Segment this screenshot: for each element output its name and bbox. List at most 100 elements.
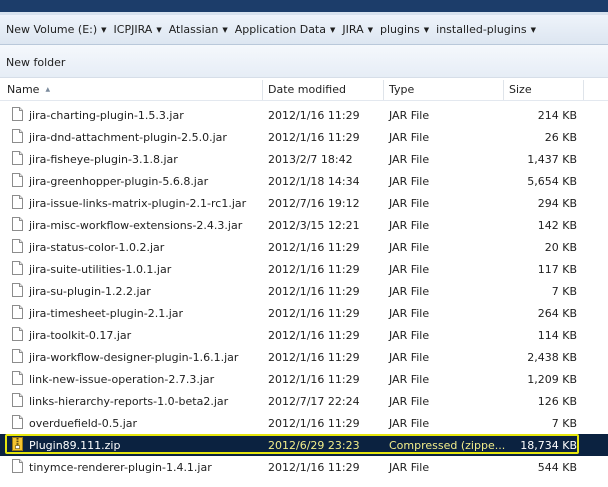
file-name: jira-timesheet-plugin-2.1.jar	[29, 307, 184, 320]
file-name: link-new-issue-operation-2.7.3.jar	[29, 373, 215, 386]
new-folder-button[interactable]: New folder	[6, 56, 65, 69]
file-row[interactable]: jira-greenhopper-plugin-5.6.8.jar 2012/1/…	[0, 170, 608, 192]
column-header-date[interactable]: Date modified	[263, 80, 384, 100]
jar-file-icon	[12, 393, 23, 407]
jar-file-icon	[12, 305, 23, 319]
file-size: 544 KB	[537, 461, 577, 474]
file-type: JAR File	[389, 109, 430, 122]
file-row[interactable]: jira-charting-plugin-1.5.3.jar 2012/1/16 …	[0, 104, 608, 126]
file-row[interactable]: links-hierarchy-reports-1.0-beta2.jar 201…	[0, 390, 608, 412]
file-list: jira-charting-plugin-1.5.3.jar 2012/1/16 …	[0, 104, 608, 487]
file-size: 5,654 KB	[527, 175, 577, 188]
breadcrumb-chevron-icon[interactable]: ▼	[222, 26, 227, 34]
file-size: 1,437 KB	[527, 153, 577, 166]
breadcrumb-label: New Volume (E:)	[6, 23, 98, 36]
column-header-size[interactable]: Size	[504, 80, 584, 100]
breadcrumb-chevron-icon[interactable]: ▼	[531, 26, 536, 34]
file-date: 2013/2/7 18:42	[268, 153, 353, 166]
breadcrumb-segment[interactable]: New Volume (E:) ▼	[6, 23, 114, 36]
file-row[interactable]: jira-misc-workflow-extensions-2.4.3.jar 2…	[0, 214, 608, 236]
file-name: jira-suite-utilities-1.0.1.jar	[29, 263, 172, 276]
jar-file-icon	[12, 239, 23, 253]
file-date: 2012/7/16 19:12	[268, 197, 360, 210]
command-toolbar: New folder	[0, 45, 608, 78]
file-type: JAR File	[389, 461, 430, 474]
file-row[interactable]: jira-suite-utilities-1.0.1.jar 2012/1/16 …	[0, 258, 608, 280]
file-date: 2012/1/16 11:29	[268, 263, 360, 276]
column-header-type[interactable]: Type	[384, 80, 504, 100]
breadcrumb-segment[interactable]: Atlassian ▼	[169, 23, 235, 36]
column-header-name[interactable]: Name ▲	[0, 80, 263, 100]
file-size: 117 KB	[537, 263, 577, 276]
jar-file-icon	[12, 195, 23, 209]
file-name: jira-charting-plugin-1.5.3.jar	[29, 109, 184, 122]
file-type: JAR File	[389, 329, 430, 342]
file-name: jira-toolkit-0.17.jar	[29, 329, 132, 342]
file-row[interactable]: link-new-issue-operation-2.7.3.jar 2012/1…	[0, 368, 608, 390]
breadcrumb-label: JIRA	[342, 23, 364, 36]
file-date: 2012/1/16 11:29	[268, 285, 360, 298]
file-date: 2012/1/18 14:34	[268, 175, 360, 188]
file-size: 1,209 KB	[527, 373, 577, 386]
breadcrumb-segment[interactable]: JIRA ▼	[342, 23, 380, 36]
breadcrumb-segment[interactable]: installed-plugins ▼	[436, 23, 543, 36]
file-type: JAR File	[389, 417, 430, 430]
file-date: 2012/1/16 11:29	[268, 241, 360, 254]
window-title-bar	[0, 0, 608, 15]
file-type: JAR File	[389, 395, 430, 408]
file-row[interactable]: jira-su-plugin-1.2.2.jar 2012/1/16 11:29 J…	[0, 280, 608, 302]
file-row-selected[interactable]: Plugin89.111.zip 2012/6/29 23:23 Compresse…	[0, 434, 608, 456]
file-type: JAR File	[389, 197, 430, 210]
breadcrumb-chevron-icon[interactable]: ▼	[101, 26, 106, 34]
file-type: Compressed (zippe...	[389, 439, 506, 452]
jar-file-icon	[12, 217, 23, 231]
breadcrumb-chevron-icon[interactable]: ▼	[330, 26, 335, 34]
jar-file-icon	[12, 151, 23, 165]
jar-file-icon	[12, 349, 23, 363]
zip-folder-icon	[12, 437, 23, 451]
file-row[interactable]: tinymce-renderer-plugin-1.4.1.jar 2012/1/…	[0, 456, 608, 478]
column-header-row: Name ▲ Date modified Type Size	[0, 80, 608, 101]
jar-file-icon	[12, 283, 23, 297]
file-size: 264 KB	[537, 307, 577, 320]
file-name: Plugin89.111.zip	[29, 439, 121, 452]
file-row[interactable]: jira-issue-links-matrix-plugin-2.1-rc1.j…	[0, 192, 608, 214]
file-type: JAR File	[389, 219, 430, 232]
breadcrumb-chevron-icon[interactable]: ▼	[156, 26, 161, 34]
file-row[interactable]: jira-workflow-designer-plugin-1.6.1.jar 2…	[0, 346, 608, 368]
address-bar[interactable]: New Volume (E:) ▼ ICPJIRA ▼ Atlassian ▼ Applic…	[0, 15, 608, 45]
file-row[interactable]: jira-status-color-1.0.2.jar 2012/1/16 11:…	[0, 236, 608, 258]
file-row[interactable]: jira-fisheye-plugin-3.1.8.jar 2013/2/7 18…	[0, 148, 608, 170]
file-type: JAR File	[389, 175, 430, 188]
file-type: JAR File	[389, 153, 430, 166]
file-date: 2012/1/16 11:29	[268, 461, 360, 474]
file-type: JAR File	[389, 241, 430, 254]
file-date: 2012/1/16 11:29	[268, 373, 360, 386]
file-row[interactable]: jira-dnd-attachment-plugin-2.5.0.jar 2012…	[0, 126, 608, 148]
breadcrumb-segment[interactable]: ICPJIRA ▼	[114, 23, 169, 36]
breadcrumb-chevron-icon[interactable]: ▼	[368, 26, 373, 34]
jar-file-icon	[12, 415, 23, 429]
file-size: 26 KB	[544, 131, 577, 144]
jar-file-icon	[12, 327, 23, 341]
file-row[interactable]: overduefield-0.5.jar 2012/1/16 11:29 JAR F…	[0, 412, 608, 434]
file-name: links-hierarchy-reports-1.0-beta2.jar	[29, 395, 229, 408]
file-date: 2012/1/16 11:29	[268, 307, 360, 320]
file-row[interactable]: jira-timesheet-plugin-2.1.jar 2012/1/16 1…	[0, 302, 608, 324]
file-date: 2012/7/17 22:24	[268, 395, 360, 408]
file-size: 114 KB	[537, 329, 577, 342]
file-type: JAR File	[389, 373, 430, 386]
column-header-date-label: Date modified	[268, 83, 346, 96]
jar-file-icon	[12, 129, 23, 143]
file-date: 2012/1/16 11:29	[268, 131, 360, 144]
breadcrumb-chevron-icon[interactable]: ▼	[424, 26, 429, 34]
column-header-name-label: Name	[7, 83, 40, 96]
column-header-size-label: Size	[509, 83, 532, 96]
breadcrumb-segment[interactable]: Application Data ▼	[235, 23, 343, 36]
breadcrumb-segment[interactable]: plugins ▼	[380, 23, 436, 36]
file-row[interactable]: jira-toolkit-0.17.jar 2012/1/16 11:29 JAR …	[0, 324, 608, 346]
file-date: 2012/1/16 11:29	[268, 351, 360, 364]
file-name: jira-misc-workflow-extensions-2.4.3.jar	[29, 219, 243, 232]
file-size: 2,438 KB	[527, 351, 577, 364]
file-name: tinymce-renderer-plugin-1.4.1.jar	[29, 461, 212, 474]
